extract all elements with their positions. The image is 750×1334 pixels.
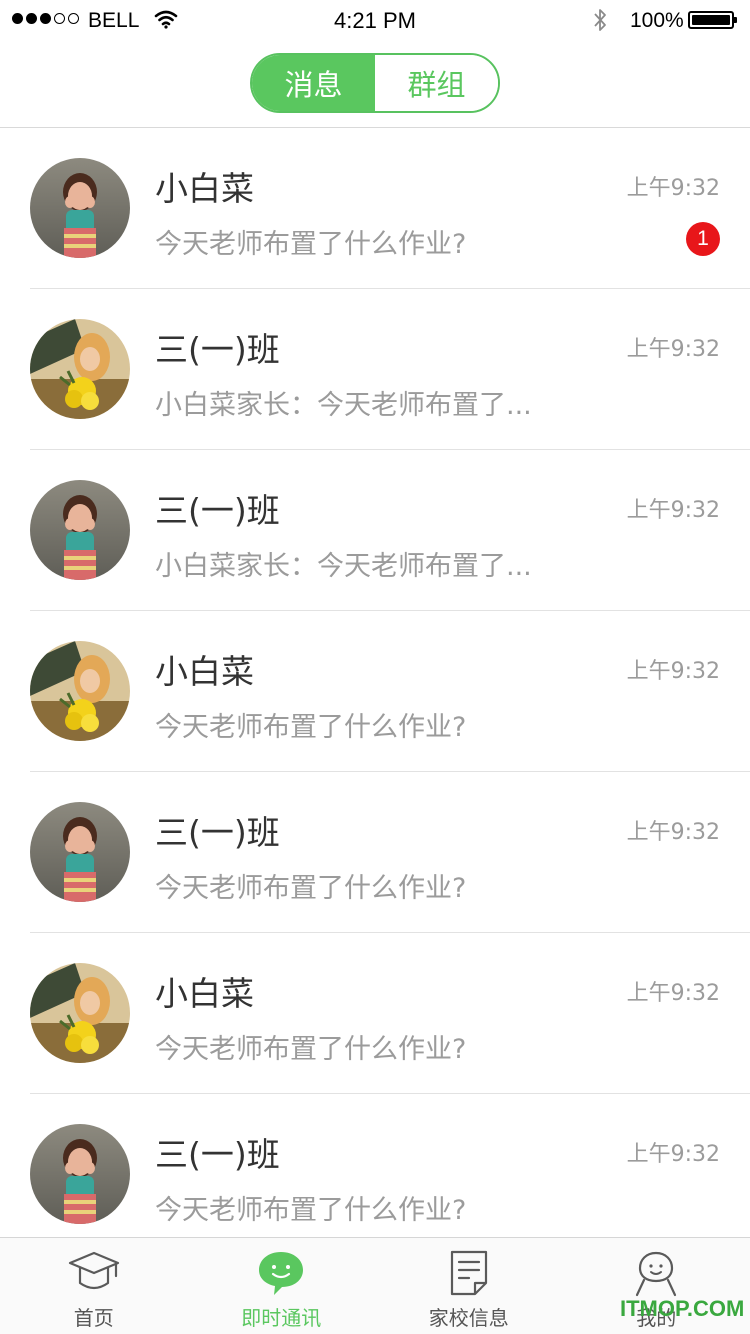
battery-icon xyxy=(688,11,737,29)
tab-home[interactable]: 首页 xyxy=(0,1238,188,1334)
conversation-time: 上午9:32 xyxy=(626,498,720,523)
conversation-preview: 今天老师布置了什么作业? xyxy=(155,873,467,904)
conversation-item[interactable]: 小白菜 上午9:32 今天老师布置了什么作业? xyxy=(0,933,750,1094)
conversation-item[interactable]: 小白菜 上午9:32 今天老师布置了什么作业? 1 xyxy=(0,128,750,289)
tab-label: 即时通讯 xyxy=(241,1306,322,1330)
document-icon xyxy=(441,1248,497,1298)
conversation-name: 三(一)班 xyxy=(155,491,280,530)
avatar-girl-portrait xyxy=(30,1124,130,1224)
tab-label: 家校信息 xyxy=(428,1306,509,1330)
conversation-preview: 小白菜家长：今天老师布置了... xyxy=(155,390,532,421)
chat-bubble-icon xyxy=(253,1248,309,1298)
conversation-time: 上午9:32 xyxy=(626,981,720,1006)
conversation-time: 上午9:32 xyxy=(626,337,720,362)
conversation-name: 三(一)班 xyxy=(155,1135,280,1174)
tab-groups[interactable]: 群组 xyxy=(375,55,498,111)
graduation-cap-icon xyxy=(66,1248,122,1298)
conversation-name: 三(一)班 xyxy=(155,813,280,852)
conversation-item[interactable]: 三(一)班 上午9:32 今天老师布置了什么作业? xyxy=(0,772,750,933)
conversation-name: 小白菜 xyxy=(155,652,254,691)
avatar-girl-portrait xyxy=(30,802,130,902)
person-icon xyxy=(628,1248,684,1298)
avatar-girl-flowers xyxy=(30,641,130,741)
messages-groups-switch: 消息 群组 xyxy=(250,53,500,113)
avatar-girl-flowers xyxy=(30,319,130,419)
conversation-preview: 今天老师布置了什么作业? xyxy=(155,712,467,743)
unread-badge: 1 xyxy=(686,222,720,256)
tab-school-info[interactable]: 家校信息 xyxy=(375,1238,563,1334)
battery-percentage: 100% xyxy=(630,9,684,32)
conversation-preview: 今天老师布置了什么作业? xyxy=(155,1195,467,1226)
conversation-time: 上午9:32 xyxy=(626,176,720,201)
avatar-girl-portrait xyxy=(30,158,130,258)
tab-instant-messaging[interactable]: 即时通讯 xyxy=(188,1238,376,1334)
conversation-item[interactable]: 小白菜 上午9:32 今天老师布置了什么作业? xyxy=(0,611,750,772)
avatar-girl-portrait xyxy=(30,480,130,580)
conversation-time: 上午9:32 xyxy=(626,820,720,845)
conversation-list: 小白菜 上午9:32 今天老师布置了什么作业? 1 三(一)班 上午9:32 小… xyxy=(0,128,750,1255)
watermark: ITMOP.COM xyxy=(620,1296,745,1321)
tab-messages[interactable]: 消息 xyxy=(252,55,375,111)
conversation-preview: 今天老师布置了什么作业? xyxy=(155,1034,467,1065)
conversation-time: 上午9:32 xyxy=(626,659,720,684)
status-bar: BELL 4:21 PM 100% xyxy=(0,0,750,40)
conversation-name: 三(一)班 xyxy=(155,330,280,369)
conversation-name: 小白菜 xyxy=(155,974,254,1013)
conversation-item[interactable]: 三(一)班 上午9:32 今天老师布置了什么作业? xyxy=(0,1094,750,1255)
conversation-preview: 小白菜家长：今天老师布置了... xyxy=(155,551,532,582)
avatar-girl-flowers xyxy=(30,963,130,1063)
conversation-name: 小白菜 xyxy=(155,169,254,208)
bluetooth-icon xyxy=(592,7,608,39)
conversation-item[interactable]: 三(一)班 上午9:32 小白菜家长：今天老师布置了... xyxy=(0,289,750,450)
conversation-preview: 今天老师布置了什么作业? xyxy=(155,229,467,260)
conversation-item[interactable]: 三(一)班 上午9:32 小白菜家长：今天老师布置了... xyxy=(0,450,750,611)
tab-label: 首页 xyxy=(73,1306,114,1330)
conversation-time: 上午9:32 xyxy=(626,1142,720,1167)
